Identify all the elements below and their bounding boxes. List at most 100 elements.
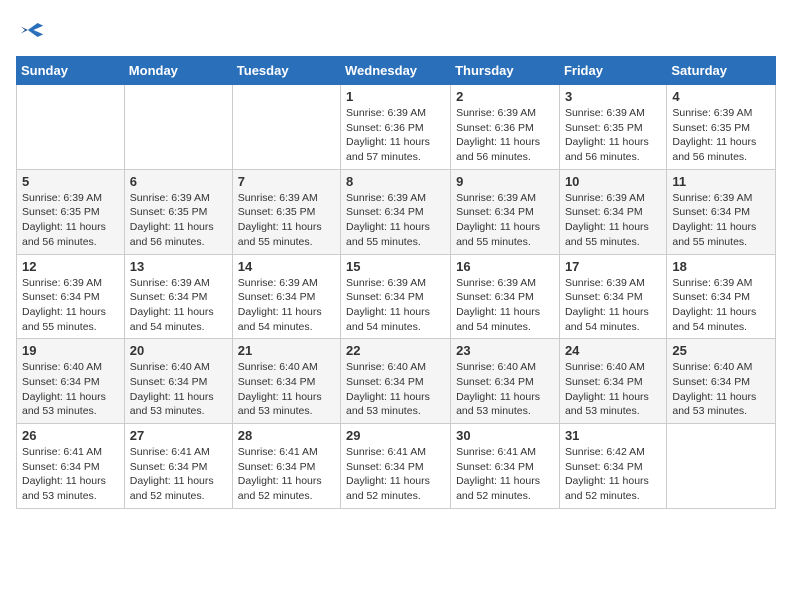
day-number: 17 bbox=[565, 259, 661, 274]
calendar-cell: 23 Sunrise: 6:40 AM Sunset: 6:34 PM Dayli… bbox=[451, 339, 560, 424]
calendar-week-row: 1 Sunrise: 6:39 AM Sunset: 6:36 PM Daylig… bbox=[17, 85, 776, 170]
header bbox=[16, 16, 776, 44]
day-number: 5 bbox=[22, 174, 119, 189]
calendar-cell: 16Sunrise: 6:39 AM Sunset: 6:34 PM Dayli… bbox=[451, 254, 560, 339]
calendar-cell: 30 Sunrise: 6:41 AM Sunset: 6:34 PM Dayli… bbox=[451, 424, 560, 509]
logo-bird-icon bbox=[18, 16, 46, 44]
weekday-header-monday: Monday bbox=[124, 57, 232, 85]
day-info: Sunrise: 6:42 AM Sunset: 6:34 PM Dayligh… bbox=[565, 445, 661, 504]
calendar-week-row: 5 Sunrise: 6:39 AM Sunset: 6:35 PM Daylig… bbox=[17, 169, 776, 254]
calendar-cell: 6 Sunrise: 6:39 AM Sunset: 6:35 PM Daylig… bbox=[124, 169, 232, 254]
day-number: 19 bbox=[22, 343, 119, 358]
day-number: 26 bbox=[22, 428, 119, 443]
day-number: 7 bbox=[238, 174, 335, 189]
calendar-cell: 3Sunrise: 6:39 AM Sunset: 6:35 PM Daylig… bbox=[559, 85, 666, 170]
calendar-cell: 13Sunrise: 6:39 AM Sunset: 6:34 PM Dayli… bbox=[124, 254, 232, 339]
day-number: 18 bbox=[672, 259, 770, 274]
day-info: Sunrise: 6:41 AM Sunset: 6:34 PM Dayligh… bbox=[130, 445, 227, 504]
day-number: 15 bbox=[346, 259, 445, 274]
day-info: Sunrise: 6:39 AM Sunset: 6:34 PM Dayligh… bbox=[22, 276, 119, 335]
day-number: 29 bbox=[346, 428, 445, 443]
calendar-table: SundayMondayTuesdayWednesdayThursdayFrid… bbox=[16, 56, 776, 509]
calendar-cell: 27 Sunrise: 6:41 AM Sunset: 6:34 PM Dayli… bbox=[124, 424, 232, 509]
calendar-week-row: 12 Sunrise: 6:39 AM Sunset: 6:34 PM Dayli… bbox=[17, 254, 776, 339]
calendar-cell: 10Sunrise: 6:39 AM Sunset: 6:34 PM Dayli… bbox=[559, 169, 666, 254]
calendar-cell: 26 Sunrise: 6:41 AM Sunset: 6:34 PM Dayli… bbox=[17, 424, 125, 509]
day-number: 30 bbox=[456, 428, 554, 443]
day-info: Sunrise: 6:39 AM Sunset: 6:34 PM Dayligh… bbox=[346, 276, 445, 335]
day-number: 31 bbox=[565, 428, 661, 443]
day-info: Sunrise: 6:39 AM Sunset: 6:34 PM Dayligh… bbox=[456, 191, 554, 250]
day-info: Sunrise: 6:39 AM Sunset: 6:34 PM Dayligh… bbox=[565, 276, 661, 335]
day-info: Sunrise: 6:39 AM Sunset: 6:35 PM Dayligh… bbox=[672, 106, 770, 165]
day-number: 6 bbox=[130, 174, 227, 189]
day-info: Sunrise: 6:39 AM Sunset: 6:36 PM Dayligh… bbox=[346, 106, 445, 165]
day-info: Sunrise: 6:40 AM Sunset: 6:34 PM Dayligh… bbox=[565, 360, 661, 419]
calendar-cell: 4 Sunrise: 6:39 AM Sunset: 6:35 PM Daylig… bbox=[667, 85, 776, 170]
calendar-cell: 8 Sunrise: 6:39 AM Sunset: 6:34 PM Daylig… bbox=[341, 169, 451, 254]
page: SundayMondayTuesdayWednesdayThursdayFrid… bbox=[0, 0, 792, 525]
day-number: 14 bbox=[238, 259, 335, 274]
day-info: Sunrise: 6:39 AM Sunset: 6:34 PM Dayligh… bbox=[130, 276, 227, 335]
day-info: Sunrise: 6:40 AM Sunset: 6:34 PM Dayligh… bbox=[346, 360, 445, 419]
day-info: Sunrise: 6:41 AM Sunset: 6:34 PM Dayligh… bbox=[456, 445, 554, 504]
weekday-header-wednesday: Wednesday bbox=[341, 57, 451, 85]
day-number: 4 bbox=[672, 89, 770, 104]
day-info: Sunrise: 6:39 AM Sunset: 6:36 PM Dayligh… bbox=[456, 106, 554, 165]
day-info: Sunrise: 6:41 AM Sunset: 6:34 PM Dayligh… bbox=[238, 445, 335, 504]
logo bbox=[16, 16, 46, 44]
calendar-cell: 21 Sunrise: 6:40 AM Sunset: 6:34 PM Dayli… bbox=[232, 339, 340, 424]
day-info: Sunrise: 6:41 AM Sunset: 6:34 PM Dayligh… bbox=[346, 445, 445, 504]
day-info: Sunrise: 6:39 AM Sunset: 6:34 PM Dayligh… bbox=[565, 191, 661, 250]
day-info: Sunrise: 6:39 AM Sunset: 6:35 PM Dayligh… bbox=[130, 191, 227, 250]
day-number: 25 bbox=[672, 343, 770, 358]
day-number: 2 bbox=[456, 89, 554, 104]
day-info: Sunrise: 6:39 AM Sunset: 6:35 PM Dayligh… bbox=[238, 191, 335, 250]
calendar-cell: 11Sunrise: 6:39 AM Sunset: 6:34 PM Dayli… bbox=[667, 169, 776, 254]
day-info: Sunrise: 6:40 AM Sunset: 6:34 PM Dayligh… bbox=[456, 360, 554, 419]
day-info: Sunrise: 6:39 AM Sunset: 6:34 PM Dayligh… bbox=[238, 276, 335, 335]
calendar-cell: 2 Sunrise: 6:39 AM Sunset: 6:36 PM Daylig… bbox=[451, 85, 560, 170]
calendar-week-row: 19 Sunrise: 6:40 AM Sunset: 6:34 PM Dayli… bbox=[17, 339, 776, 424]
day-number: 11 bbox=[672, 174, 770, 189]
calendar-cell bbox=[232, 85, 340, 170]
calendar-cell: 28Sunrise: 6:41 AM Sunset: 6:34 PM Dayli… bbox=[232, 424, 340, 509]
calendar-week-row: 26 Sunrise: 6:41 AM Sunset: 6:34 PM Dayli… bbox=[17, 424, 776, 509]
calendar-cell: 31 Sunrise: 6:42 AM Sunset: 6:34 PM Dayli… bbox=[559, 424, 666, 509]
weekday-header-thursday: Thursday bbox=[451, 57, 560, 85]
day-info: Sunrise: 6:40 AM Sunset: 6:34 PM Dayligh… bbox=[130, 360, 227, 419]
calendar-cell bbox=[17, 85, 125, 170]
calendar-cell: 14 Sunrise: 6:39 AM Sunset: 6:34 PM Dayli… bbox=[232, 254, 340, 339]
calendar-cell bbox=[667, 424, 776, 509]
calendar-cell: 29 Sunrise: 6:41 AM Sunset: 6:34 PM Dayli… bbox=[341, 424, 451, 509]
calendar-cell bbox=[124, 85, 232, 170]
day-info: Sunrise: 6:39 AM Sunset: 6:34 PM Dayligh… bbox=[346, 191, 445, 250]
calendar-cell: 7 Sunrise: 6:39 AM Sunset: 6:35 PM Daylig… bbox=[232, 169, 340, 254]
day-number: 23 bbox=[456, 343, 554, 358]
day-info: Sunrise: 6:39 AM Sunset: 6:35 PM Dayligh… bbox=[22, 191, 119, 250]
calendar-cell: 5 Sunrise: 6:39 AM Sunset: 6:35 PM Daylig… bbox=[17, 169, 125, 254]
weekday-header-saturday: Saturday bbox=[667, 57, 776, 85]
calendar-cell: 25Sunrise: 6:40 AM Sunset: 6:34 PM Dayli… bbox=[667, 339, 776, 424]
day-info: Sunrise: 6:41 AM Sunset: 6:34 PM Dayligh… bbox=[22, 445, 119, 504]
calendar-cell: 18 Sunrise: 6:39 AM Sunset: 6:34 PM Dayli… bbox=[667, 254, 776, 339]
calendar-cell: 12 Sunrise: 6:39 AM Sunset: 6:34 PM Dayli… bbox=[17, 254, 125, 339]
calendar-cell: 22 Sunrise: 6:40 AM Sunset: 6:34 PM Dayli… bbox=[341, 339, 451, 424]
day-number: 12 bbox=[22, 259, 119, 274]
weekday-header-row: SundayMondayTuesdayWednesdayThursdayFrid… bbox=[17, 57, 776, 85]
day-number: 3 bbox=[565, 89, 661, 104]
day-info: Sunrise: 6:39 AM Sunset: 6:34 PM Dayligh… bbox=[672, 276, 770, 335]
day-info: Sunrise: 6:39 AM Sunset: 6:34 PM Dayligh… bbox=[456, 276, 554, 335]
day-number: 22 bbox=[346, 343, 445, 358]
calendar-cell: 17 Sunrise: 6:39 AM Sunset: 6:34 PM Dayli… bbox=[559, 254, 666, 339]
day-number: 1 bbox=[346, 89, 445, 104]
day-number: 21 bbox=[238, 343, 335, 358]
day-info: Sunrise: 6:40 AM Sunset: 6:34 PM Dayligh… bbox=[238, 360, 335, 419]
calendar-cell: 15 Sunrise: 6:39 AM Sunset: 6:34 PM Dayli… bbox=[341, 254, 451, 339]
weekday-header-sunday: Sunday bbox=[17, 57, 125, 85]
day-number: 27 bbox=[130, 428, 227, 443]
day-info: Sunrise: 6:40 AM Sunset: 6:34 PM Dayligh… bbox=[22, 360, 119, 419]
day-number: 8 bbox=[346, 174, 445, 189]
calendar-cell: 20Sunrise: 6:40 AM Sunset: 6:34 PM Dayli… bbox=[124, 339, 232, 424]
calendar-cell: 1 Sunrise: 6:39 AM Sunset: 6:36 PM Daylig… bbox=[341, 85, 451, 170]
